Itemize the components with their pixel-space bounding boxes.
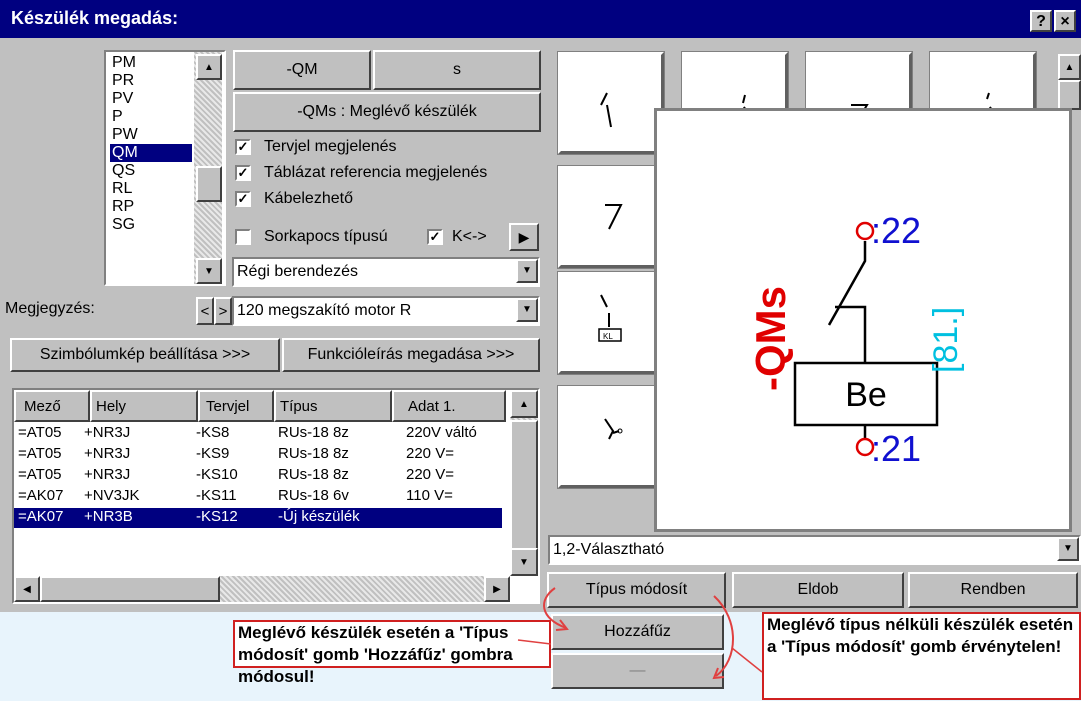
annotation-arrows (517, 587, 763, 680)
